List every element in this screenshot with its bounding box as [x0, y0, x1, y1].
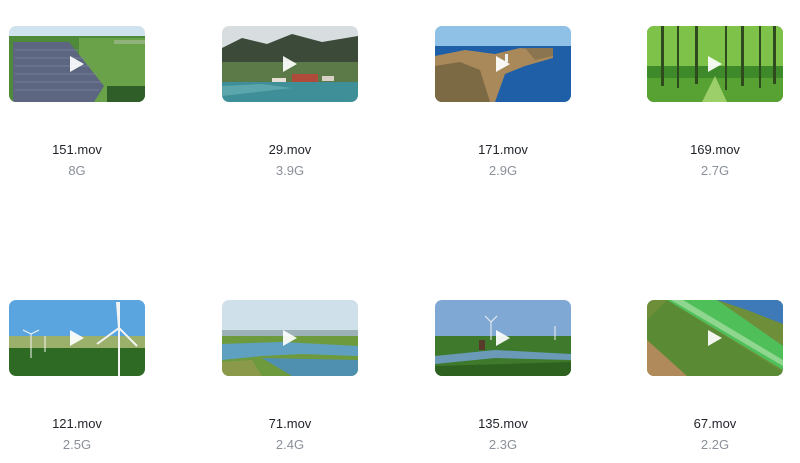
play-icon: [496, 330, 510, 346]
video-file-name[interactable]: 29.mov: [222, 142, 358, 157]
play-icon: [708, 330, 722, 346]
video-thumbnail[interactable]: [647, 26, 783, 102]
video-file-name[interactable]: 135.mov: [435, 416, 571, 431]
play-icon: [70, 56, 84, 72]
play-icon: [708, 56, 722, 72]
video-file-name[interactable]: 71.mov: [222, 416, 358, 431]
video-thumbnail[interactable]: [222, 300, 358, 376]
video-file-size: 2.9G: [488, 163, 518, 178]
play-icon: [496, 56, 510, 72]
video-file-name[interactable]: 151.mov: [9, 142, 145, 157]
video-file-name[interactable]: 171.mov: [435, 142, 571, 157]
play-icon: [283, 330, 297, 346]
play-icon: [70, 330, 84, 346]
video-file-name[interactable]: 121.mov: [9, 416, 145, 431]
play-icon: [283, 56, 297, 72]
video-thumbnail[interactable]: [9, 300, 145, 376]
video-card[interactable]: 29.mov 3.9G: [222, 26, 358, 186]
video-file-size: 2.4G: [275, 437, 305, 452]
video-grid: 151.mov 8G 29.mov 3.9G 171.mov 2.9G 169.…: [0, 0, 800, 463]
video-thumbnail[interactable]: [9, 26, 145, 102]
video-thumbnail[interactable]: [435, 300, 571, 376]
video-file-name[interactable]: 67.mov: [647, 416, 783, 431]
video-card[interactable]: 169.mov 2.7G: [647, 26, 783, 186]
video-file-size: 2.2G: [700, 437, 730, 452]
video-card[interactable]: 71.mov 2.4G: [222, 300, 358, 460]
video-card[interactable]: 171.mov 2.9G: [435, 26, 571, 186]
video-file-size: 2.5G: [62, 437, 92, 452]
video-file-size: 8G: [68, 163, 86, 178]
video-thumbnail[interactable]: [222, 26, 358, 102]
video-card[interactable]: 121.mov 2.5G: [9, 300, 145, 460]
video-file-size: 3.9G: [275, 163, 305, 178]
video-card[interactable]: 67.mov 2.2G: [647, 300, 783, 460]
video-thumbnail[interactable]: [647, 300, 783, 376]
video-thumbnail[interactable]: [435, 26, 571, 102]
video-file-name[interactable]: 169.mov: [647, 142, 783, 157]
video-file-size: 2.3G: [488, 437, 518, 452]
video-card[interactable]: 151.mov 8G: [9, 26, 145, 186]
video-card[interactable]: 135.mov 2.3G: [435, 300, 571, 460]
video-file-size: 2.7G: [700, 163, 730, 178]
